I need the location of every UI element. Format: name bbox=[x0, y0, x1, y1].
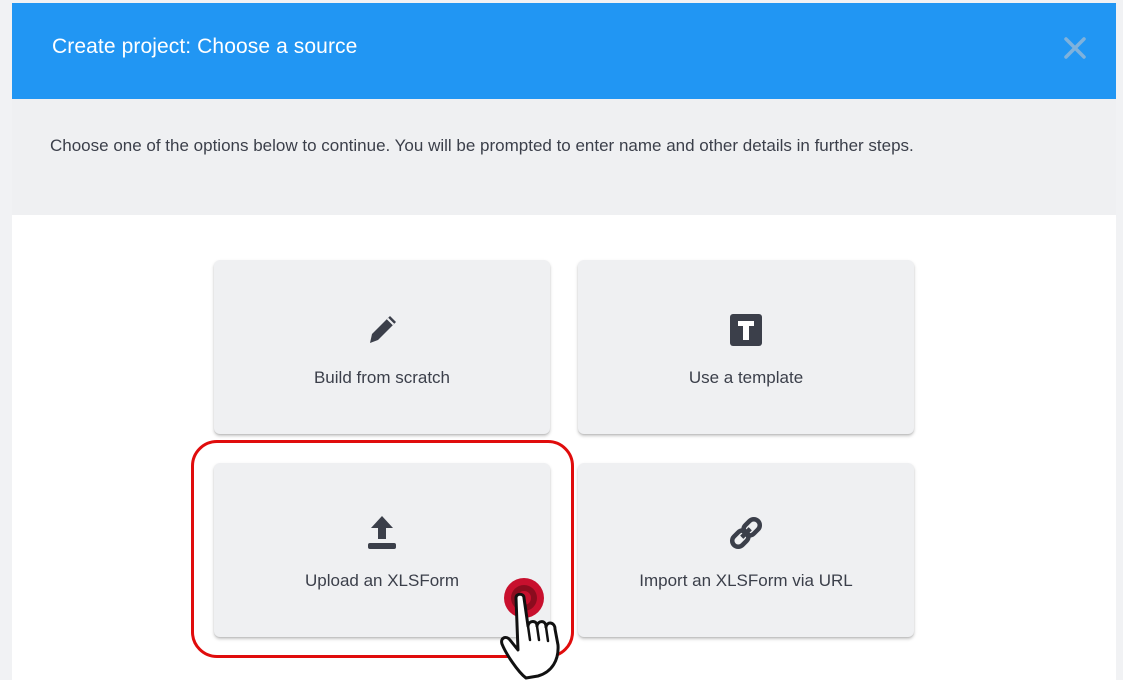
option-label: Use a template bbox=[688, 368, 804, 387]
close-icon bbox=[1064, 37, 1086, 59]
template-icon bbox=[730, 314, 762, 346]
close-button[interactable] bbox=[1056, 29, 1094, 67]
pencil-icon bbox=[370, 316, 396, 343]
create-project-dialog: Create project: Choose a source Choose o… bbox=[12, 3, 1116, 680]
option-label: Upload an XLSForm bbox=[304, 571, 460, 590]
option-label: Import an XLSForm via URL bbox=[639, 571, 853, 590]
import-xlsform-url-button[interactable]: Import an XLSForm via URL bbox=[578, 463, 914, 637]
dialog-header: Create project: Choose a source bbox=[12, 3, 1116, 99]
option-label: Build from scratch bbox=[313, 368, 451, 387]
source-options: Build from scratch Use a template Upload… bbox=[12, 215, 1116, 680]
upload-xlsform-button[interactable]: Upload an XLSForm bbox=[214, 463, 550, 637]
link-icon bbox=[729, 516, 763, 550]
dialog-title: Create project: Choose a source bbox=[52, 35, 358, 58]
build-from-scratch-button[interactable]: Build from scratch bbox=[214, 260, 550, 434]
dialog-instructions: Choose one of the options below to conti… bbox=[50, 136, 914, 155]
upload-icon bbox=[368, 516, 396, 549]
use-template-button[interactable]: Use a template bbox=[578, 260, 914, 434]
